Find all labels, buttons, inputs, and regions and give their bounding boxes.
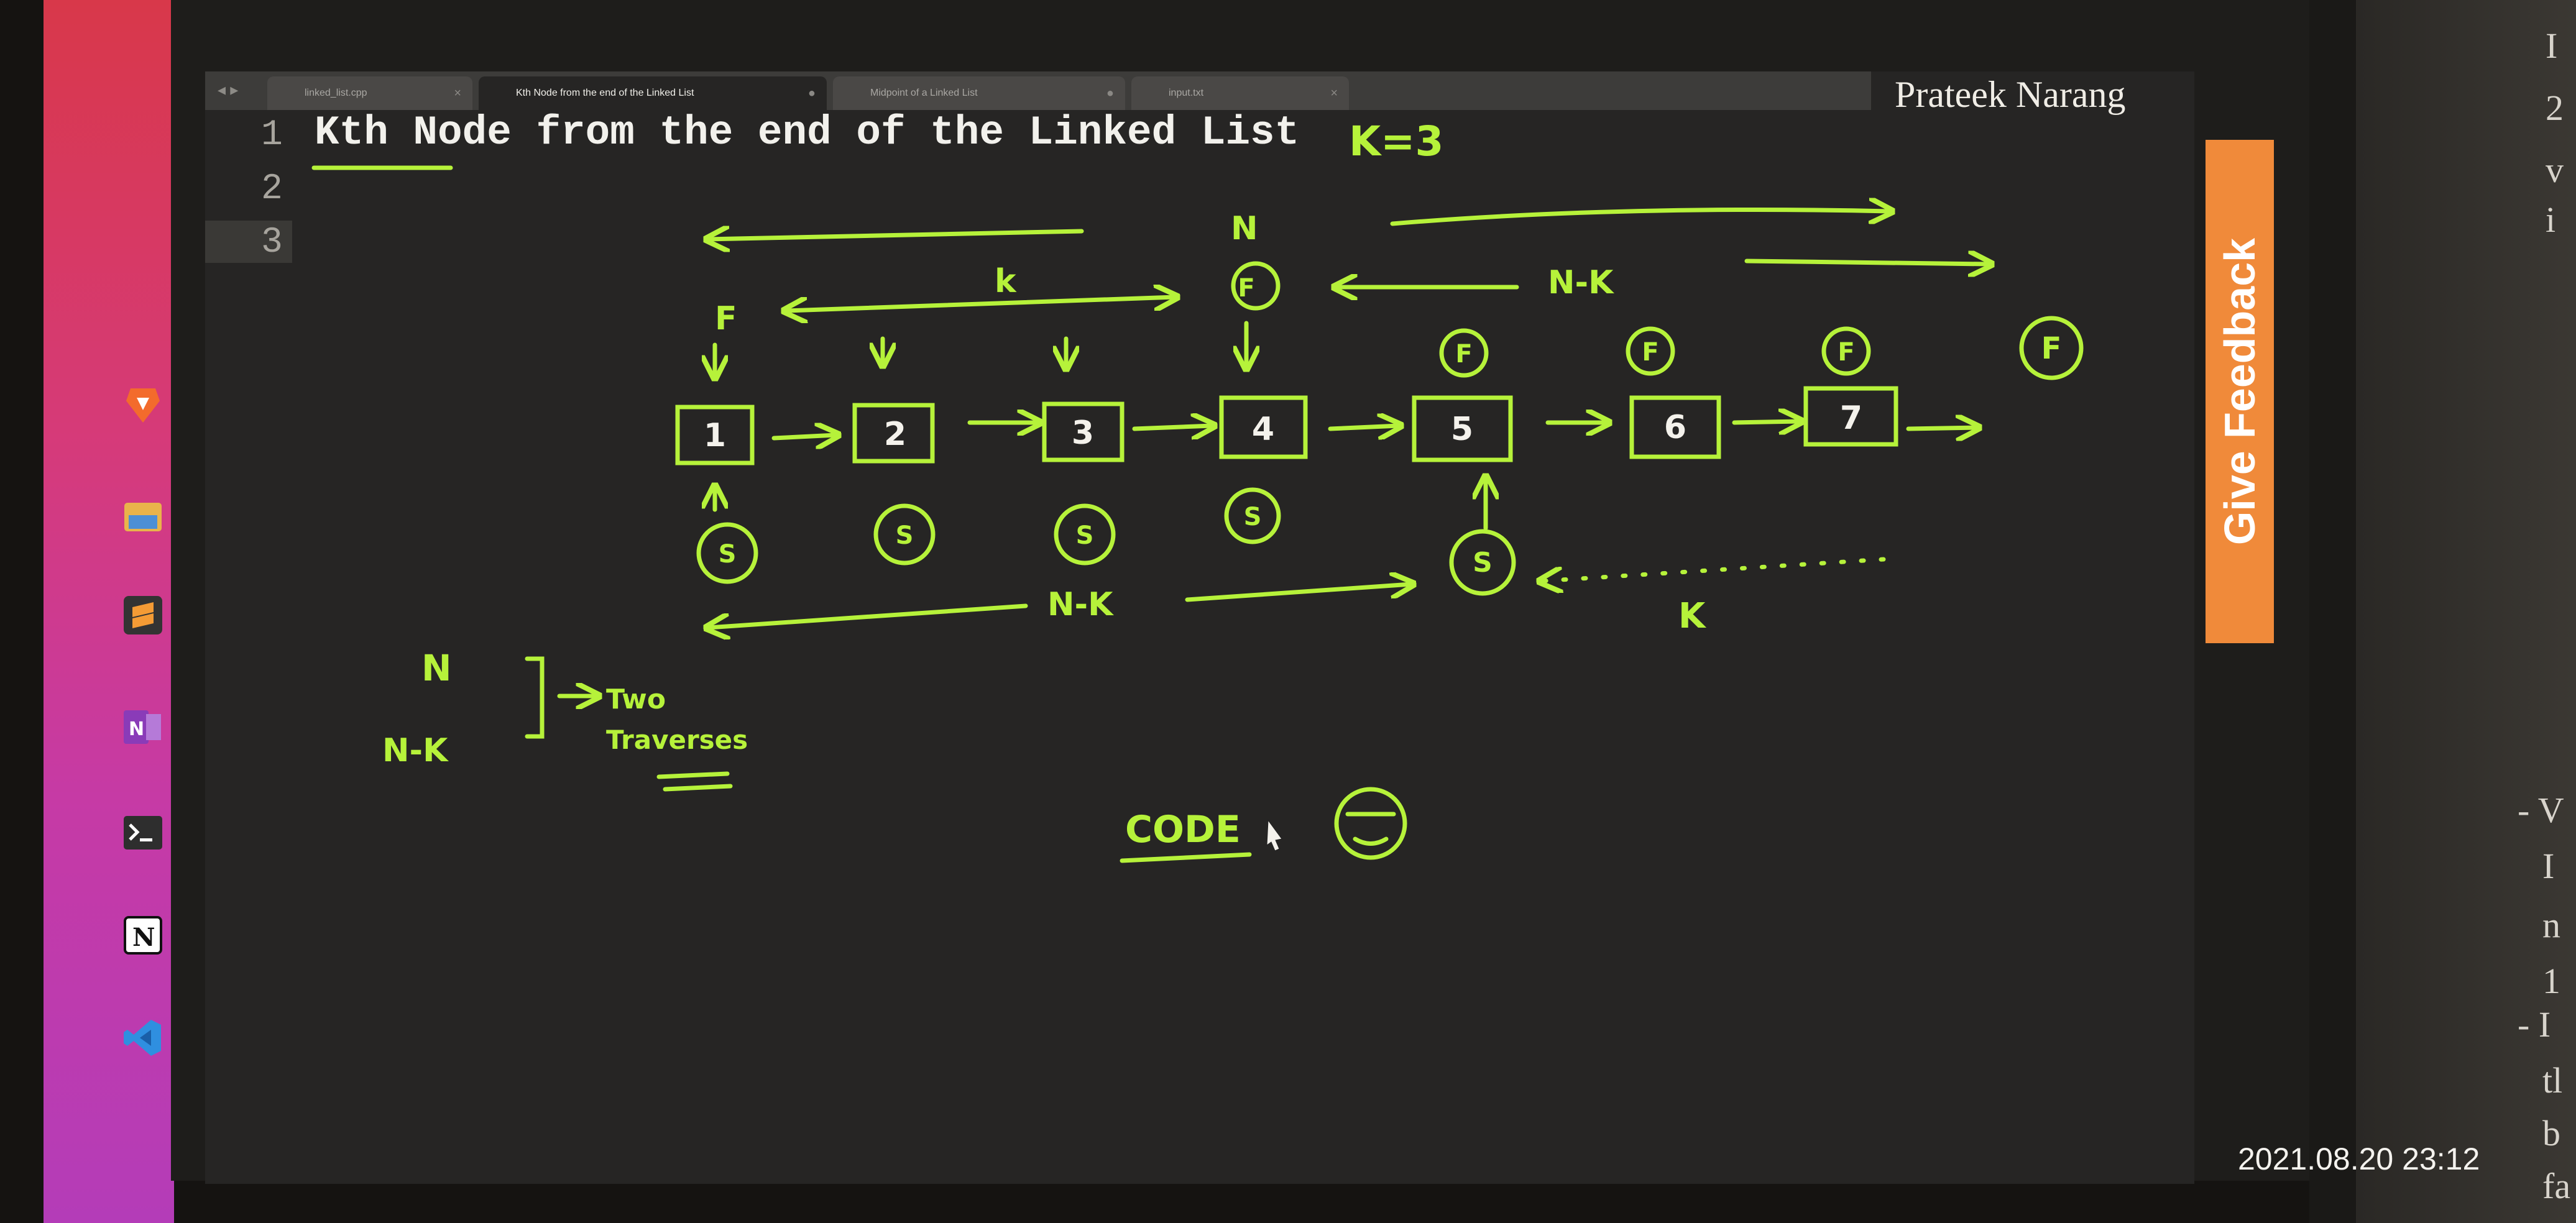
k-label: k: [995, 263, 1017, 300]
circle-f-label: F: [1238, 274, 1254, 303]
f-label: F: [715, 300, 737, 337]
dotted-k-arrow: [1542, 557, 1886, 581]
link-arrow: [1732, 421, 1800, 423]
nk-bottom-label: N-K: [1047, 586, 1114, 623]
code-label: CODE: [1125, 808, 1241, 851]
circle-f-label: F: [2041, 331, 2062, 366]
two-label: Two: [606, 684, 666, 715]
circle-s-label: S: [1244, 503, 1262, 531]
node-value: 2: [884, 416, 906, 453]
nk-left-label: N-K: [382, 732, 449, 769]
circle-s-label: S: [1473, 547, 1493, 579]
circle-f-label: F: [1838, 338, 1854, 367]
arrow-right: [1744, 261, 1989, 264]
circle-s-label: S: [719, 540, 737, 569]
circle-f-label: F: [1642, 338, 1658, 367]
annotation-layer: K=3 N k N-K F F F F F F 1 2 3 4 5 6 7 S …: [311, 117, 2084, 863]
node-value: 5: [1451, 411, 1473, 448]
link-arrow: [1906, 428, 1977, 429]
arrow-left: [709, 231, 1084, 239]
smiley-icon: [1334, 787, 1407, 860]
link-arrow: [1132, 426, 1212, 429]
nk-bottom-arrow-left: [709, 603, 1028, 628]
smile-stroke: [1353, 836, 1389, 846]
link-arrow: [771, 435, 836, 438]
node-value: 7: [1840, 400, 1862, 437]
link-arrow: [1328, 426, 1399, 429]
node-value: 3: [1072, 415, 1094, 452]
k-span-arrow: [786, 297, 1175, 311]
code-underline: [1120, 852, 1252, 863]
mouse-pointer-icon: [1266, 819, 1282, 851]
traverses-label: Traverses: [606, 725, 748, 755]
double-underline: [656, 771, 733, 792]
nk-bottom-arrow-right: [1185, 584, 1411, 602]
k-bottom-label: K: [1678, 596, 1707, 636]
circle-s-label: S: [1076, 521, 1094, 550]
n-left-label: N: [421, 647, 452, 689]
node-value: 6: [1664, 409, 1686, 446]
node-value: 1: [704, 417, 726, 454]
arrow-right: [1390, 210, 1890, 226]
circle-f-label: F: [1455, 340, 1472, 369]
bracket-stroke: [525, 656, 545, 739]
nk-top-label: N-K: [1548, 264, 1614, 301]
n-label: N: [1231, 210, 1258, 247]
timestamp: 2021.08.20 23:12: [2238, 1142, 2480, 1176]
circle-s-label: S: [896, 521, 914, 550]
node-value: 4: [1252, 411, 1274, 448]
k-equals-label: K=3: [1349, 117, 1443, 165]
